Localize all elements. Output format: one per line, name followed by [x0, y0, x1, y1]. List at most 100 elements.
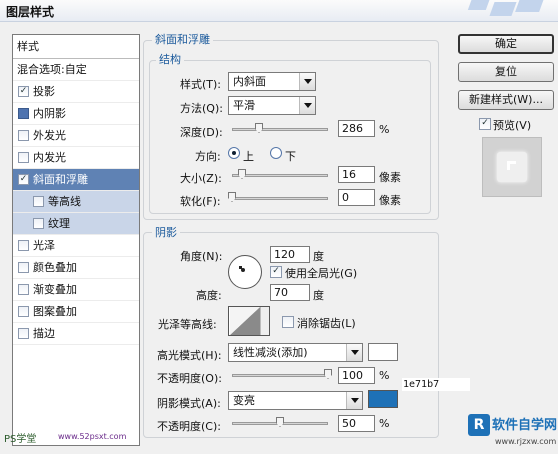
watermark-left-url: www.52psxt.com [58, 432, 127, 441]
chevron-down-icon [346, 344, 362, 361]
altitude-unit: 度 [313, 289, 324, 302]
highlight-mode-value: 线性减淡(添加) [233, 346, 308, 359]
styles-header[interactable]: 样式 [13, 35, 139, 59]
reset-button[interactable]: 复位 [458, 62, 554, 82]
gradient-overlay-checkbox[interactable] [18, 284, 29, 295]
depth-input[interactable]: 286 [338, 120, 375, 137]
sidebar-item-pattern-overlay[interactable]: 图案叠加 [13, 301, 139, 323]
sidebar-item-label: 渐变叠加 [33, 283, 77, 296]
style-select[interactable]: 内斜面 [228, 72, 316, 91]
stroke-checkbox[interactable] [18, 328, 29, 339]
gloss-contour-picker[interactable] [228, 306, 270, 336]
depth-unit: % [379, 123, 390, 136]
size-input[interactable]: 16 [338, 166, 375, 183]
outer-glow-checkbox[interactable] [18, 130, 29, 141]
shading-title: 阴影 [152, 224, 180, 240]
inner-shadow-checkbox[interactable] [18, 108, 29, 119]
sidebar-item-label: 内发光 [33, 151, 66, 164]
bevel-emboss-checkbox[interactable]: ✓ [18, 174, 29, 185]
technique-label: 方法(Q): [180, 102, 223, 115]
sidebar-item-stroke[interactable]: 描边 [13, 323, 139, 345]
sidebar-item-satin[interactable]: 光泽 [13, 235, 139, 257]
dialog-title: 图层样式 [6, 5, 55, 19]
direction-up-radio[interactable] [228, 147, 240, 159]
sidebar-item-label: 颜色叠加 [33, 261, 77, 274]
contour-preview-icon [230, 307, 260, 335]
contour-checkbox[interactable] [33, 196, 44, 207]
preview-tile [497, 152, 527, 182]
style-preview-swatch [482, 137, 542, 197]
sidebar-item-label: 外发光 [33, 129, 66, 142]
sidebar-item-color-overlay[interactable]: 颜色叠加 [13, 257, 139, 279]
color-overlay-checkbox[interactable] [18, 262, 29, 273]
size-unit: 像素 [379, 171, 401, 184]
ok-button[interactable]: 确定 [458, 34, 554, 54]
new-style-button[interactable]: 新建样式(W)... [458, 90, 554, 110]
sidebar-item-label: 描边 [33, 327, 55, 340]
size-label: 大小(Z): [180, 172, 222, 185]
chevron-down-icon [299, 73, 315, 90]
preview-checkbox[interactable]: ✓ [479, 118, 491, 130]
direction-down-radio[interactable] [270, 147, 282, 159]
sidebar-item-gradient-overlay[interactable]: 渐变叠加 [13, 279, 139, 301]
satin-checkbox[interactable] [18, 240, 29, 251]
title-decoration [467, 0, 491, 10]
shadow-mode-select[interactable]: 变亮 [228, 391, 363, 410]
sidebar-item-bevel-emboss[interactable]: ✓ 斜面和浮雕 [13, 169, 139, 191]
sidebar-item-inner-shadow[interactable]: 内阴影 [13, 103, 139, 125]
chevron-down-icon [346, 392, 362, 409]
altitude-input[interactable]: 70 [270, 284, 310, 301]
highlight-color-swatch[interactable] [368, 343, 398, 361]
sidebar-item-texture[interactable]: 纹理 [13, 213, 139, 235]
highlight-opacity-unit: % [379, 369, 390, 382]
angle-input[interactable]: 120 [270, 246, 310, 263]
watermark-left: PS学堂 [4, 434, 37, 445]
preview-label: 预览(V) [493, 119, 532, 132]
inner-glow-checkbox[interactable] [18, 152, 29, 163]
altitude-label: 高度: [196, 289, 222, 302]
style-label: 样式(T): [180, 78, 222, 91]
depth-slider[interactable] [232, 128, 328, 131]
global-light-label: 使用全局光(G) [285, 267, 358, 280]
highlight-mode-label: 高光模式(H): [157, 349, 222, 362]
sidebar-item-drop-shadow[interactable]: ✓ 投影 [13, 81, 139, 103]
sidebar-item-contour[interactable]: 等高线 [13, 191, 139, 213]
styles-list: 样式 混合选项:自定 ✓ 投影 内阴影 外发光 内发光 ✓ 斜面和浮雕 等高线 … [12, 34, 140, 446]
highlight-opacity-slider[interactable] [232, 374, 328, 377]
depth-label: 深度(D): [180, 126, 223, 139]
soften-slider[interactable] [232, 197, 328, 200]
shadow-opacity-input[interactable]: 50 [338, 415, 375, 432]
structure-title: 结构 [156, 51, 184, 67]
watermark-right: 软件自学网 [492, 418, 558, 433]
pattern-overlay-checkbox[interactable] [18, 306, 29, 317]
sidebar-item-label: 图案叠加 [33, 305, 77, 318]
style-value: 内斜面 [233, 75, 266, 88]
highlight-mode-select[interactable]: 线性减淡(添加) [228, 343, 363, 362]
technique-select[interactable]: 平滑 [228, 96, 316, 115]
bevel-emboss-title: 斜面和浮雕 [152, 31, 213, 47]
technique-value: 平滑 [233, 99, 255, 112]
angle-dial[interactable] [228, 255, 262, 289]
shadow-opacity-unit: % [379, 417, 390, 430]
highlight-opacity-input[interactable]: 100 [338, 367, 375, 384]
sidebar-item-outer-glow[interactable]: 外发光 [13, 125, 139, 147]
title-decoration [515, 0, 545, 12]
angle-dial-pointer [239, 266, 242, 269]
soften-unit: 像素 [379, 194, 401, 207]
anti-aliased-checkbox[interactable] [282, 316, 294, 328]
chevron-down-icon [260, 307, 269, 335]
drop-shadow-checkbox[interactable]: ✓ [18, 86, 29, 97]
blending-options-item[interactable]: 混合选项:自定 [13, 59, 139, 81]
global-light-checkbox[interactable]: ✓ [270, 266, 282, 278]
hex-color-note: 1e71b7 [402, 378, 470, 391]
soften-input[interactable]: 0 [338, 189, 375, 206]
shadow-color-swatch[interactable] [368, 390, 398, 408]
shadow-opacity-label: 不透明度(C): [157, 420, 221, 433]
sidebar-item-inner-glow[interactable]: 内发光 [13, 147, 139, 169]
soften-label: 软化(F): [180, 195, 221, 208]
title-bar: 图层样式 [0, 0, 558, 22]
size-slider[interactable] [232, 174, 328, 177]
texture-checkbox[interactable] [33, 218, 44, 229]
chevron-down-icon [299, 97, 315, 114]
watermark-logo-icon: R [468, 414, 490, 436]
